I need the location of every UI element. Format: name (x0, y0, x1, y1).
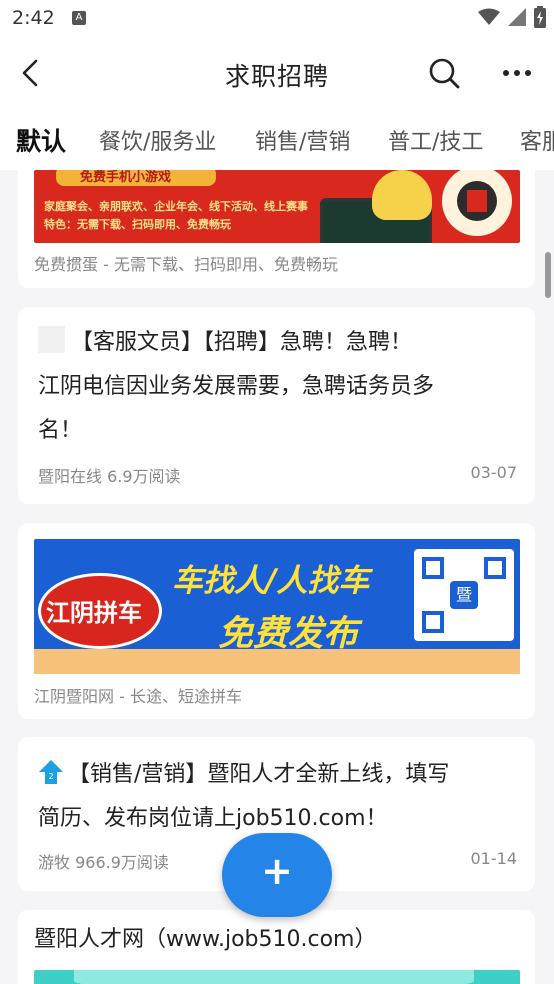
ad-card-game[interactable]: 免费手机小游戏 家庭聚会、亲朋联欢、企业年会、线下活动、线上赛事 特色：无需下载… (18, 170, 535, 288)
ad-card-carpool[interactable]: 江阴拼车 车找人/人找车 免费发布 暨 江阴暨阳网 - 长途、短途拼车 (18, 523, 535, 719)
tab-worker-technician[interactable]: 普工/技工 (388, 124, 483, 156)
system-icons (478, 6, 546, 28)
game-ad-line2: 家庭聚会、亲朋联欢、企业年会、线下活动、线上赛事 (44, 200, 308, 213)
svg-text:2: 2 (48, 772, 53, 781)
page-title: 求职招聘 (224, 62, 329, 91)
category-tabs: 默认 餐饮/服务业 销售/营销 普工/技工 客服 (0, 110, 554, 170)
post-meta: 游牧 966.9万阅读 (38, 853, 169, 872)
post-card[interactable]: 暨阳人才网（www.job510.com） (18, 910, 535, 984)
scrollbar[interactable] (545, 252, 551, 298)
signal-icon (508, 8, 526, 26)
status-time: 2:42 (12, 7, 55, 29)
status-bar: 2:42 A (0, 0, 554, 38)
mini-program-code (442, 170, 512, 236)
carpool-ad-banner[interactable]: 江阴拼车 车找人/人找车 免费发布 暨 (34, 539, 520, 674)
post-title-line-2: 江阴电信因业务发展需要，急聘话务员多 (38, 374, 435, 399)
game-ad-banner[interactable]: 免费手机小游戏 家庭聚会、亲朋联欢、企业年会、线下活动、线上赛事 特色：无需下载… (34, 170, 520, 243)
add-post-button[interactable]: + (222, 833, 332, 917)
post-thumbnail-placeholder (38, 326, 65, 353)
post-meta: 暨阳在线 6.9万阅读 (38, 467, 181, 486)
tab-catering-service[interactable]: 餐饮/服务业 (99, 124, 216, 156)
carpool-slogan-1: 车找人/人找车 (172, 563, 370, 599)
wifi-icon (478, 8, 500, 25)
mascot-image (372, 170, 432, 220)
post-title-line-1: 【客服文员】【招聘】急聘！急聘！ (71, 330, 413, 355)
more-icon[interactable] (500, 62, 534, 84)
post-title: 暨阳人才网（www.job510.com） (34, 927, 377, 952)
carpool-slogan-2: 免费发布 (218, 614, 359, 654)
carpool-qr-code: 暨 (414, 549, 514, 641)
qr-center-logo: 暨 (450, 581, 478, 609)
post-title: 2 【销售/营销】暨阳人才全新上线，填写 简历、发布岗位请上job510.com！ (38, 753, 515, 841)
post-title: 【客服文员】【招聘】急聘！急聘！ 江阴电信因业务发展需要，急聘话务员多 名！ (38, 321, 515, 453)
tab-sales-marketing[interactable]: 销售/营销 (255, 124, 350, 156)
app-header: 求职招聘 (0, 38, 554, 110)
add-icon: + (261, 849, 293, 893)
ad-source-text: 免费掼蛋 - 无需下载、扫码即用、免费畅玩 (34, 255, 338, 274)
battery-icon (534, 6, 546, 28)
game-ad-line3: 特色：无需下载、扫码即用、免费畅玩 (44, 218, 231, 231)
post-date: 03-07 (470, 463, 518, 482)
post-date: 01-14 (470, 849, 518, 868)
tab-customer-service[interactable]: 客服 (520, 124, 554, 156)
ad-source-text: 江阴暨阳网 - 长途、短途拼车 (34, 687, 242, 706)
notification-icon: A (72, 11, 86, 25)
post-image (34, 970, 520, 984)
tab-default[interactable]: 默认 (16, 122, 66, 158)
search-icon[interactable] (428, 57, 460, 89)
game-ad-heading: 免费手机小游戏 (80, 170, 172, 185)
carpool-bubble-text: 江阴拼车 (46, 599, 142, 627)
post-title-line-3: 名！ (38, 418, 83, 443)
top-badge-icon: 2 (39, 760, 63, 784)
post-title-line-1: 【销售/营销】暨阳人才全新上线，填写 (68, 762, 450, 787)
post-card[interactable]: 【客服文员】【招聘】急聘！急聘！ 江阴电信因业务发展需要，急聘话务员多 名！ 暨… (18, 307, 535, 504)
